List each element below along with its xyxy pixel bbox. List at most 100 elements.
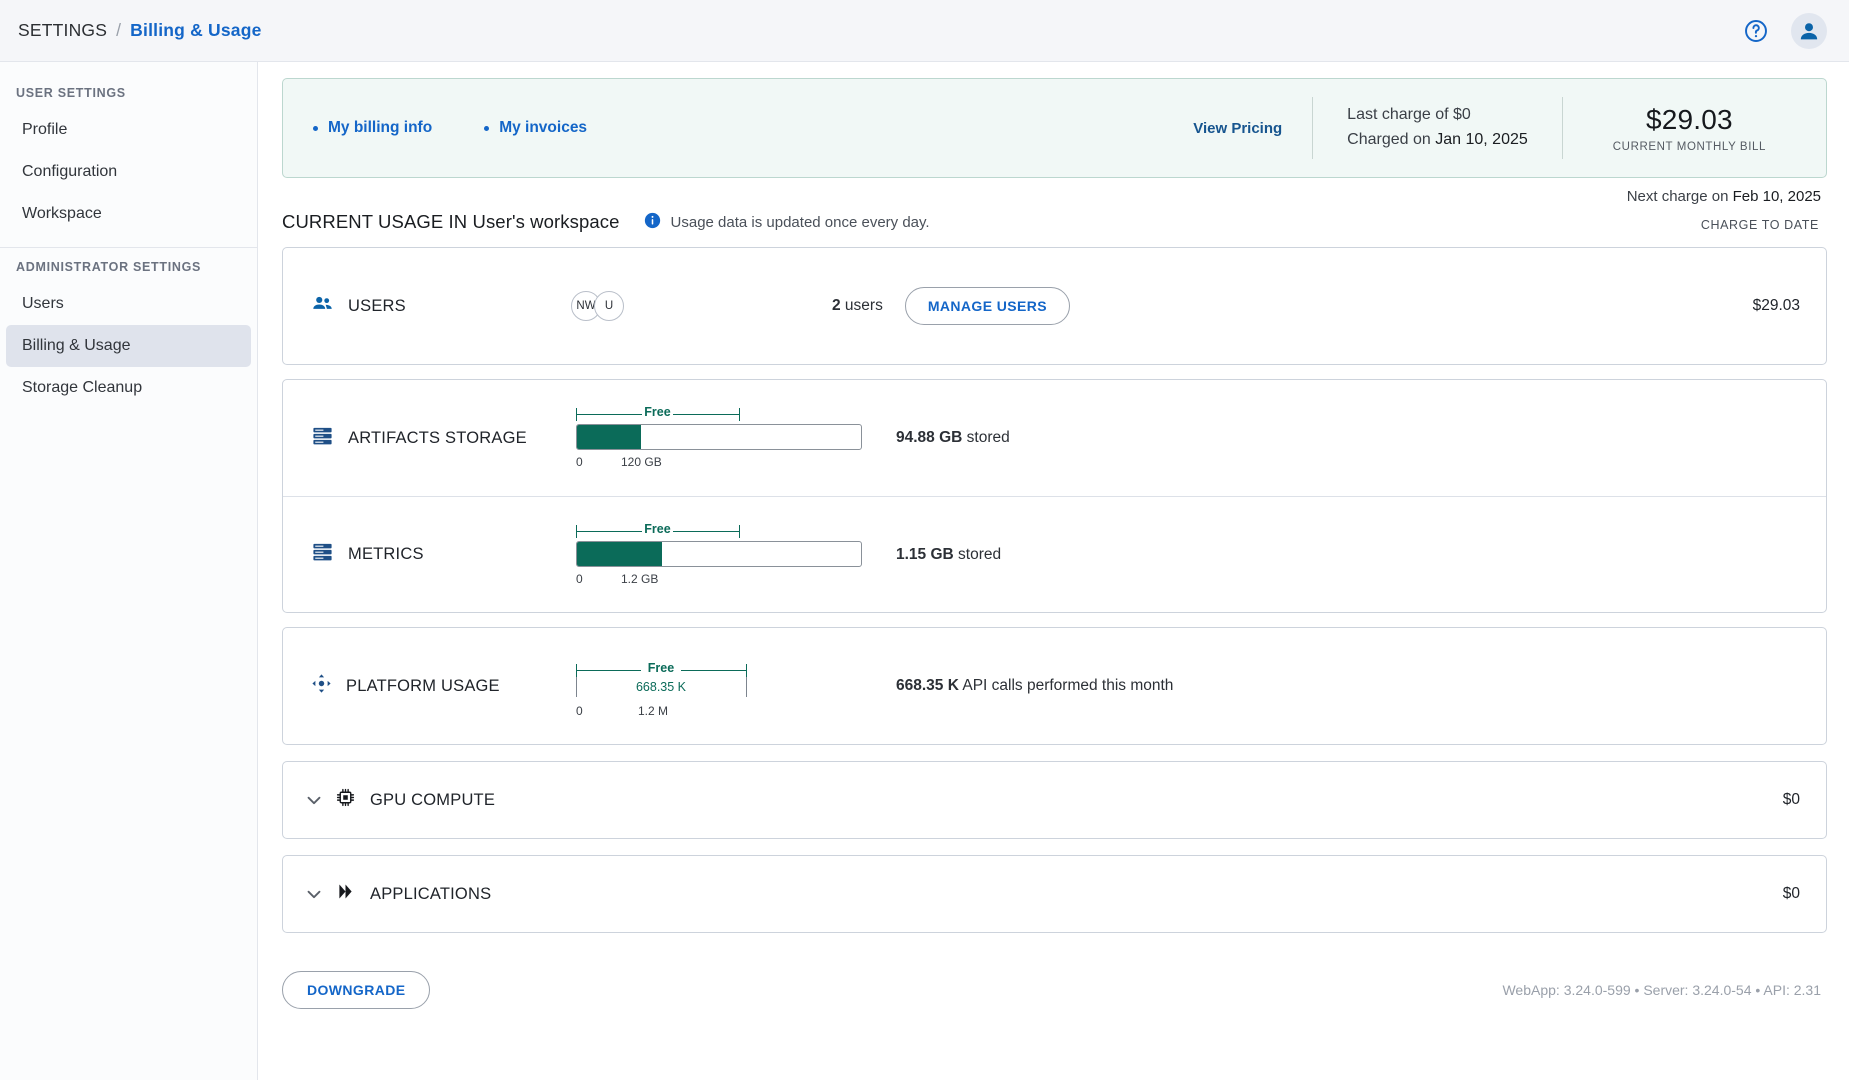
- breadcrumb-active[interactable]: Billing & Usage: [130, 20, 261, 41]
- last-charge-prefix: Last charge of: [1347, 106, 1453, 123]
- users-row: USERS NW U 2 users MANAGE USERS $29.03: [283, 248, 1826, 364]
- collapse-name: APPLICATIONS: [370, 885, 491, 904]
- storage-icon: [311, 426, 334, 451]
- next-charge-note: Next charge on Feb 10, 2025: [282, 188, 1827, 205]
- usage-bar: [576, 541, 862, 567]
- tick-free: 120 GB: [621, 455, 662, 469]
- link-label: My invoices: [499, 119, 587, 137]
- chevron-down-icon[interactable]: [303, 789, 325, 811]
- sidebar-item-label: Workspace: [22, 205, 102, 223]
- row-label: PLATFORM USAGE: [311, 673, 559, 699]
- manage-users-button[interactable]: MANAGE USERS: [905, 287, 1070, 325]
- my-invoices-link[interactable]: My invoices: [484, 119, 587, 137]
- users-count: 2 users: [832, 297, 883, 315]
- view-pricing-link[interactable]: View Pricing: [1163, 97, 1312, 159]
- banner-summary: View Pricing Last charge of $0 Charged o…: [1163, 97, 1822, 159]
- artifacts-storage-row: ARTIFACTS STORAGE Free 0 120 GB: [283, 380, 1826, 496]
- version-info: WebApp: 3.24.0-599 • Server: 3.24.0-54 •…: [1502, 982, 1821, 998]
- charge-to-date-label: CHARGE TO DATE: [1701, 218, 1827, 233]
- breadcrumb: SETTINGS / Billing & Usage: [0, 20, 262, 41]
- storage-icon: [311, 542, 334, 567]
- tick-min: 0: [576, 572, 583, 586]
- usage-header: CURRENT USAGE IN User's workspace Usage …: [282, 211, 1827, 233]
- usage-bar-fill: [577, 425, 641, 449]
- free-label: Free: [644, 522, 670, 536]
- cpu-chip-icon: [335, 787, 356, 813]
- sidebar-item-workspace[interactable]: Workspace: [6, 193, 251, 235]
- row-name: METRICS: [348, 545, 424, 564]
- main-content: My billing info My invoices View Pricing…: [258, 62, 1849, 1080]
- sidebar-item-label: Configuration: [22, 163, 117, 181]
- chevron-down-icon[interactable]: [303, 883, 325, 905]
- sidebar-group-administrator-settings: ADMINISTRATOR SETTINGS Users Billing & U…: [0, 248, 257, 409]
- users-icon: [311, 292, 334, 320]
- my-billing-info-link[interactable]: My billing info: [313, 119, 432, 137]
- breadcrumb-root[interactable]: SETTINGS: [18, 20, 107, 41]
- bar-ticks: 0 1.2 GB: [576, 570, 862, 588]
- free-bracket: Free: [576, 405, 862, 424]
- next-charge-prefix: Next charge on: [1627, 188, 1733, 205]
- value-bold: 94.88 GB: [896, 429, 962, 446]
- charged-on-date: Jan 10, 2025: [1435, 131, 1528, 148]
- sidebar-group-user-settings: USER SETTINGS Profile Configuration Work…: [0, 74, 257, 235]
- metrics-meter: Free 0 1.2 GB: [576, 522, 862, 588]
- tick-min: 0: [576, 455, 583, 469]
- row-name: USERS: [348, 297, 406, 316]
- free-label: Free: [648, 661, 674, 675]
- sidebar-item-billing-usage[interactable]: Billing & Usage: [6, 325, 251, 367]
- last-charge-line: Last charge of $0: [1347, 103, 1528, 128]
- breadcrumb-separator: /: [116, 20, 121, 41]
- users-count-suffix: users: [841, 297, 883, 314]
- gpu-compute-row[interactable]: GPU COMPUTE $0: [283, 762, 1826, 838]
- top-bar-actions: [1743, 13, 1849, 49]
- applications-amount: $0: [1783, 885, 1800, 903]
- metrics-value: 1.15 GB stored: [896, 546, 1001, 564]
- sidebar-item-configuration[interactable]: Configuration: [6, 151, 251, 193]
- user-avatar-icon[interactable]: [1791, 13, 1827, 49]
- info-icon[interactable]: [644, 212, 661, 233]
- bar-ticks: 0 120 GB: [576, 453, 862, 471]
- bill-amount: $29.03: [1646, 104, 1733, 136]
- charged-on-prefix: Charged on: [1347, 131, 1435, 148]
- applications-row[interactable]: APPLICATIONS $0: [283, 856, 1826, 932]
- last-charge-info: Last charge of $0 Charged on Jan 10, 202…: [1313, 97, 1562, 159]
- platform-inner-value: 668.35 K: [636, 680, 686, 694]
- row-label: ARTIFACTS STORAGE: [311, 426, 559, 451]
- row-name: PLATFORM USAGE: [346, 677, 500, 696]
- charged-on-line: Charged on Jan 10, 2025: [1347, 128, 1528, 153]
- avatar[interactable]: U: [594, 291, 624, 321]
- sidebar-item-storage-cleanup[interactable]: Storage Cleanup: [6, 367, 251, 409]
- metrics-row: METRICS Free 0 1.2 GB 1.1: [283, 496, 1826, 612]
- sidebar-item-label: Storage Cleanup: [22, 379, 142, 397]
- usage-note-text: Usage data is updated once every day.: [671, 214, 930, 231]
- users-card: USERS NW U 2 users MANAGE USERS $29.03: [282, 247, 1827, 365]
- help-circle-icon[interactable]: [1743, 18, 1769, 44]
- free-bracket: Free: [576, 522, 862, 541]
- row-label: METRICS: [311, 542, 559, 567]
- applications-card[interactable]: APPLICATIONS $0: [282, 855, 1827, 933]
- artifacts-storage-meter: Free 0 120 GB: [576, 405, 862, 471]
- bullet-icon: [313, 126, 318, 131]
- sidebar-item-users[interactable]: Users: [6, 283, 251, 325]
- usage-bar-fill: [577, 542, 662, 566]
- bar-ticks: 0 1.2 M: [576, 702, 746, 720]
- sidebar-item-label: Users: [22, 295, 64, 313]
- sidebar: USER SETTINGS Profile Configuration Work…: [0, 62, 258, 1080]
- platform-icon: [311, 673, 332, 699]
- gpu-compute-amount: $0: [1783, 791, 1800, 809]
- platform-usage-value: 668.35 K API calls performed this month: [896, 677, 1173, 695]
- usage-note: Usage data is updated once every day.: [644, 212, 930, 233]
- downgrade-button[interactable]: DOWNGRADE: [282, 971, 430, 1009]
- gpu-compute-card[interactable]: GPU COMPUTE $0: [282, 761, 1827, 839]
- sidebar-item-profile[interactable]: Profile: [6, 109, 251, 151]
- applications-icon: [335, 881, 356, 907]
- page-title: CURRENT USAGE IN User's workspace: [282, 211, 620, 233]
- sidebar-group-label: ADMINISTRATOR SETTINGS: [0, 248, 257, 283]
- footer: DOWNGRADE WebApp: 3.24.0-599 • Server: 3…: [282, 971, 1827, 1009]
- free-label: Free: [644, 405, 670, 419]
- users-count-value: 2: [832, 297, 841, 314]
- billing-banner: My billing info My invoices View Pricing…: [282, 78, 1827, 178]
- tick-free: 1.2 M: [638, 704, 668, 718]
- sidebar-item-label: Profile: [22, 121, 67, 139]
- last-charge-amount: $0: [1453, 106, 1471, 123]
